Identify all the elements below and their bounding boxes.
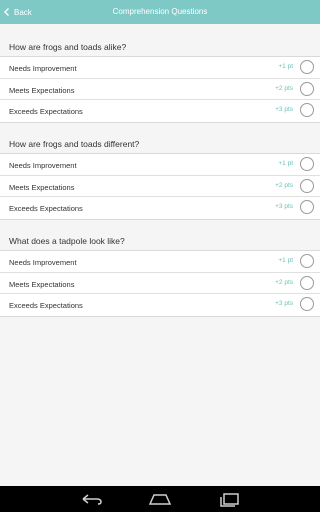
points-label: +2 pts [275,84,293,92]
points-label: +1 pt [278,160,293,167]
rating-card: Needs Improvement +1 pt Meets Expectatio… [0,56,320,123]
rating-option[interactable]: Meets Expectations +2 pts [0,79,320,100]
points-label: +2 pts [275,181,293,189]
nav-home-button[interactable] [148,491,172,507]
rating-card: Needs Improvement +1 pt Meets Expectatio… [0,153,320,220]
rating-option[interactable]: Needs Improvement +1 pt [0,251,320,273]
option-label: Needs Improvement [9,258,77,267]
rating-card: Needs Improvement +1 pt Meets Expectatio… [0,250,320,317]
option-label: Needs Improvement [9,64,77,73]
option-label: Meets Expectations [9,182,75,192]
option-label: Exceeds Expectations [9,204,83,213]
page-title: Comprehension Questions [112,7,208,16]
nav-back-button[interactable] [80,491,104,507]
option-label: Meets Expectations [9,279,75,289]
rating-option[interactable]: Exceeds Expectations +3 pts [0,294,320,316]
question-title: What does a tadpole look like? [9,236,125,246]
option-label: Meets Expectations [9,85,75,95]
option-label: Needs Improvement [9,161,77,170]
option-label: Exceeds Expectations [9,301,83,310]
app-header: Back Comprehension Questions [0,0,320,24]
points-label: +3 pts [275,106,293,113]
recents-icon [218,491,242,507]
radio-button[interactable] [300,157,314,171]
radio-button[interactable] [300,81,314,96]
rating-option[interactable]: Needs Improvement +1 pt [0,154,320,176]
points-label: +3 pts [275,300,293,307]
radio-button[interactable] [300,60,314,74]
back-arrow-icon [80,491,104,507]
main-content: How are frogs and toads alike? Needs Imp… [0,24,320,486]
points-label: +1 pt [278,257,293,264]
radio-button[interactable] [300,103,314,117]
question-title: How are frogs and toads alike? [9,42,127,52]
rating-option[interactable]: Meets Expectations +2 pts [0,176,320,197]
radio-button[interactable] [300,297,314,311]
nav-recents-button[interactable] [218,491,242,507]
rating-option[interactable]: Exceeds Expectations +3 pts [0,197,320,219]
system-nav-bar [0,486,320,512]
rating-option[interactable]: Needs Improvement +1 pt [0,57,320,79]
rating-option[interactable]: Meets Expectations +2 pts [0,273,320,294]
points-label: +2 pts [275,278,293,286]
points-label: +3 pts [275,203,293,210]
radio-button[interactable] [300,178,314,193]
points-label: +1 pt [278,63,293,70]
home-icon [148,491,172,507]
radio-button[interactable] [300,254,314,268]
option-label: Exceeds Expectations [9,107,83,116]
radio-button[interactable] [300,275,314,290]
radio-button[interactable] [300,200,314,214]
question-title: How are frogs and toads different? [9,139,140,149]
rating-option[interactable]: Exceeds Expectations +3 pts [0,100,320,122]
